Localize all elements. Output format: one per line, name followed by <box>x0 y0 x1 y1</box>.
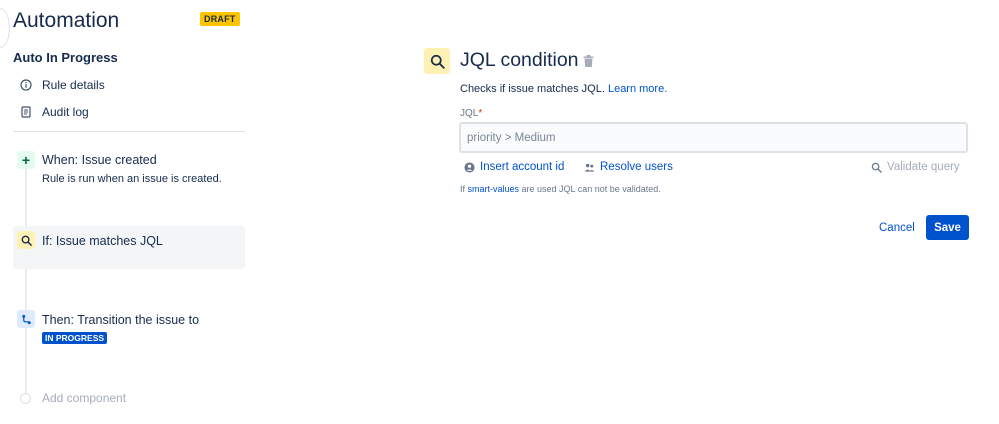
rule-name: Auto In Progress <box>13 50 118 65</box>
insert-account-id-link[interactable]: Insert account id <box>464 159 564 175</box>
audit-log-label: Audit log <box>42 105 89 119</box>
status-lozenge: IN PROGRESS <box>42 332 108 344</box>
insert-account-id-label: Insert account id <box>480 161 565 173</box>
trash-icon[interactable] <box>583 55 594 67</box>
hint-prefix: If <box>460 184 468 194</box>
condition-step-title: If: Issue matches JQL <box>42 234 163 248</box>
draft-badge: DRAFT <box>200 12 240 26</box>
resolve-users-link[interactable]: Resolve users <box>584 159 673 175</box>
action-step[interactable]: Then: Transition the issue to IN PROGRES… <box>13 309 245 349</box>
rule-details-link[interactable]: Rule details <box>20 77 105 93</box>
jql-input[interactable] <box>459 122 968 153</box>
trigger-step-description: Rule is run when an issue is created. <box>42 173 222 185</box>
audit-log-link[interactable]: Audit log <box>20 104 89 120</box>
info-icon <box>20 79 32 91</box>
save-button[interactable]: Save <box>926 215 969 240</box>
learn-more-link[interactable]: Learn more. <box>608 83 667 95</box>
trigger-step-title: When: Issue created <box>42 153 157 167</box>
plus-icon: + <box>17 151 35 169</box>
users-icon <box>584 163 595 172</box>
search-icon <box>871 162 882 173</box>
document-icon <box>21 106 31 118</box>
branch-icon <box>17 310 35 328</box>
smart-values-link[interactable]: smart-values <box>468 184 520 194</box>
description-text: Checks if issue matches JQL. <box>460 83 605 95</box>
validate-query-link[interactable]: Validate query <box>871 159 960 175</box>
panel-edge <box>0 8 10 48</box>
validate-query-label: Validate query <box>887 161 960 173</box>
hint-suffix: are used JQL can not be validated. <box>519 184 661 194</box>
trigger-step[interactable]: + When: Issue created Rule is run when a… <box>13 150 245 192</box>
page-title: Automation <box>13 9 120 32</box>
cancel-button[interactable]: Cancel <box>873 215 921 240</box>
condition-title: JQL condition <box>460 49 579 71</box>
sidebar-divider <box>13 131 245 132</box>
action-step-title: Then: Transition the issue to <box>42 313 200 327</box>
add-component-button[interactable]: Add component <box>20 390 126 406</box>
smart-values-hint: If smart-values are used JQL can not be … <box>460 184 661 194</box>
condition-description: Checks if issue matches JQL. Learn more. <box>460 83 667 95</box>
search-icon <box>424 48 450 74</box>
add-component-label: Add component <box>42 391 127 405</box>
jql-label-text: JQL <box>460 108 479 119</box>
jql-label: JQL* <box>460 108 482 119</box>
add-circle-icon <box>20 392 31 404</box>
rule-details-label: Rule details <box>42 78 105 92</box>
user-icon <box>464 161 475 173</box>
resolve-users-label: Resolve users <box>600 161 673 173</box>
timeline-line <box>25 160 27 396</box>
search-icon <box>17 231 35 249</box>
required-marker: * <box>478 108 483 119</box>
condition-step[interactable]: If: Issue matches JQL <box>13 226 245 269</box>
